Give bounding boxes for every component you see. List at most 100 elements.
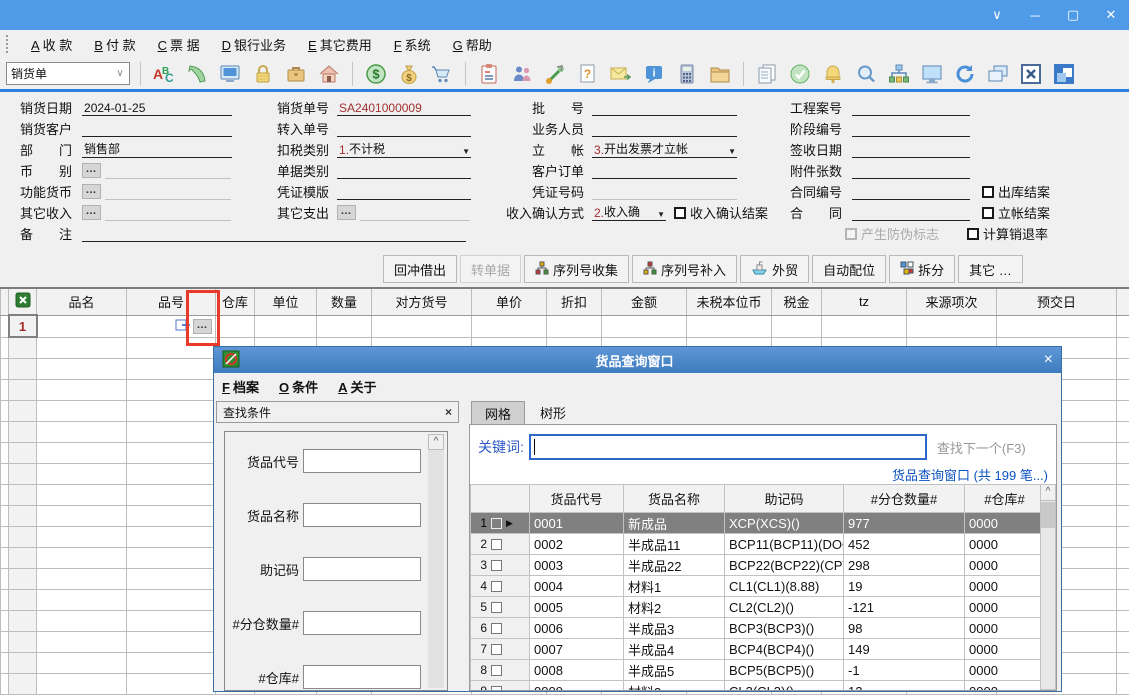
- grid-cell[interactable]: [127, 422, 216, 443]
- grid-cell[interactable]: [127, 443, 216, 464]
- grid-cell[interactable]: [1, 359, 9, 380]
- booking-dropdown[interactable]: 3.开出发票才立帐▼: [592, 141, 737, 158]
- transfer-no-field[interactable]: [337, 120, 471, 137]
- grid-cell[interactable]: [1, 548, 9, 569]
- menu-system[interactable]: F系统: [383, 35, 442, 54]
- row-number-cell[interactable]: [9, 569, 37, 590]
- phone-icon[interactable]: [184, 61, 210, 87]
- grid-cell[interactable]: [1, 443, 9, 464]
- result-row[interactable]: 1▶0001新成品XCP(XCS)()9770000: [471, 513, 1041, 534]
- row-number-cell[interactable]: [9, 401, 37, 422]
- grid-cell[interactable]: [37, 527, 127, 548]
- users-icon[interactable]: [509, 61, 535, 87]
- scroll-up-icon[interactable]: ^: [1041, 485, 1055, 501]
- grid-cell[interactable]: [37, 422, 127, 443]
- exchange-icon[interactable]: [542, 61, 568, 87]
- monitor-icon[interactable]: [919, 61, 945, 87]
- row-number-cell[interactable]: [9, 590, 37, 611]
- grid-cell[interactable]: [37, 632, 127, 653]
- menu-drag-handle[interactable]: [6, 35, 12, 53]
- check-circle-icon[interactable]: [787, 61, 813, 87]
- grid-col-counterparty-code[interactable]: 对方货号: [372, 288, 472, 315]
- menu-notes[interactable]: C票 据: [147, 35, 211, 54]
- grid-cell[interactable]: [317, 315, 372, 337]
- result-count-link[interactable]: 货品查询窗口 (共 199 笔...): [892, 465, 1048, 484]
- home-icon[interactable]: [316, 61, 342, 87]
- row-number-cell[interactable]: [9, 527, 37, 548]
- grid-col-tax[interactable]: 税金: [772, 288, 822, 315]
- grid-cell[interactable]: [37, 380, 127, 401]
- mail-send-icon[interactable]: [608, 61, 634, 87]
- row-number-cell[interactable]: [9, 611, 37, 632]
- result-row[interactable]: 80008半成品5BCP5(BCP5)()-10000: [471, 660, 1041, 681]
- sitemap-icon[interactable]: [886, 61, 912, 87]
- grid-cell[interactable]: [1, 506, 9, 527]
- result-row[interactable]: 20002半成品11BCP11(BCP11)(DOO)4520000: [471, 534, 1041, 555]
- results-col-name[interactable]: 货品名称: [624, 485, 725, 513]
- grid-cell[interactable]: [127, 464, 216, 485]
- grid-cell[interactable]: [602, 315, 687, 337]
- grid-cell[interactable]: [37, 485, 127, 506]
- briefcase-icon[interactable]: [283, 61, 309, 87]
- grid-cell[interactable]: [472, 315, 547, 337]
- calculator-icon[interactable]: [674, 61, 700, 87]
- search-icon[interactable]: [853, 61, 879, 87]
- anti-fake-checkbox[interactable]: [845, 228, 857, 240]
- grid-cell[interactable]: [37, 464, 127, 485]
- grid-cell[interactable]: [127, 485, 216, 506]
- filter-panel-close-icon[interactable]: ×: [445, 405, 452, 419]
- money-bag-icon[interactable]: $: [396, 61, 422, 87]
- grid-cell[interactable]: [372, 315, 472, 337]
- revenue-method-dropdown[interactable]: 2.收入确▼: [592, 204, 666, 221]
- reverse-loan-button[interactable]: 回冲借出: [383, 255, 457, 283]
- other-income-lookup-button[interactable]: …: [82, 205, 101, 220]
- menu-receipts[interactable]: A收 款: [20, 35, 83, 54]
- functional-currency-field[interactable]: [105, 183, 231, 200]
- row-number-cell[interactable]: [9, 464, 37, 485]
- grid-row-1[interactable]: 1 …: [1, 315, 1129, 337]
- batch-no-field[interactable]: [592, 99, 737, 116]
- row-number-cell[interactable]: [9, 422, 37, 443]
- row-number-cell[interactable]: [9, 359, 37, 380]
- grid-cell[interactable]: [37, 506, 127, 527]
- remark-field[interactable]: [82, 225, 466, 242]
- row-checkbox[interactable]: [491, 560, 502, 571]
- serial-collect-button[interactable]: 序列号收集: [524, 255, 629, 283]
- grid-cell[interactable]: [37, 548, 127, 569]
- row-number-cell[interactable]: [9, 548, 37, 569]
- foreign-trade-button[interactable]: 外贸: [740, 255, 809, 283]
- grid-cell[interactable]: [37, 569, 127, 590]
- grid-cell[interactable]: [127, 653, 216, 674]
- results-scrollbar[interactable]: ^: [1040, 484, 1056, 690]
- grid-col-name[interactable]: 品名: [37, 288, 127, 315]
- grid-cell[interactable]: [1, 632, 9, 653]
- cart-icon[interactable]: [429, 61, 455, 87]
- grid-cell[interactable]: [1, 527, 9, 548]
- row-checkbox[interactable]: [491, 623, 502, 634]
- results-col-warehouse[interactable]: #仓库#: [965, 485, 1041, 513]
- grid-cell[interactable]: [37, 611, 127, 632]
- row-number-cell[interactable]: [9, 674, 37, 695]
- dialog-close-button[interactable]: ×: [1029, 351, 1053, 369]
- clipboard-icon[interactable]: [476, 61, 502, 87]
- grid-cell[interactable]: [1, 569, 9, 590]
- grid-col-due-date[interactable]: 预交日: [997, 288, 1117, 315]
- grid-cell[interactable]: [255, 315, 317, 337]
- currency-lookup-button[interactable]: …: [82, 163, 101, 178]
- return-rate-checkbox[interactable]: [967, 228, 979, 240]
- sign-date-field[interactable]: [852, 141, 970, 158]
- grid-cell[interactable]: [1117, 611, 1129, 632]
- grid-cell[interactable]: [1117, 380, 1129, 401]
- abc-icon[interactable]: ABC: [151, 61, 177, 87]
- doc-type-combobox[interactable]: 销货单 ∨: [6, 62, 130, 85]
- tab-grid-view[interactable]: 网格: [471, 401, 525, 424]
- folder-icon[interactable]: [707, 61, 733, 87]
- grid-cell[interactable]: [127, 527, 216, 548]
- app-icon[interactable]: [1051, 61, 1077, 87]
- transfer-doc-button[interactable]: 转单据: [460, 255, 521, 283]
- grid-cell[interactable]: [822, 315, 907, 337]
- row-number-cell[interactable]: [9, 443, 37, 464]
- doc-question-icon[interactable]: ?: [575, 61, 601, 87]
- row-number-cell[interactable]: [9, 337, 37, 359]
- grid-cell[interactable]: [127, 569, 216, 590]
